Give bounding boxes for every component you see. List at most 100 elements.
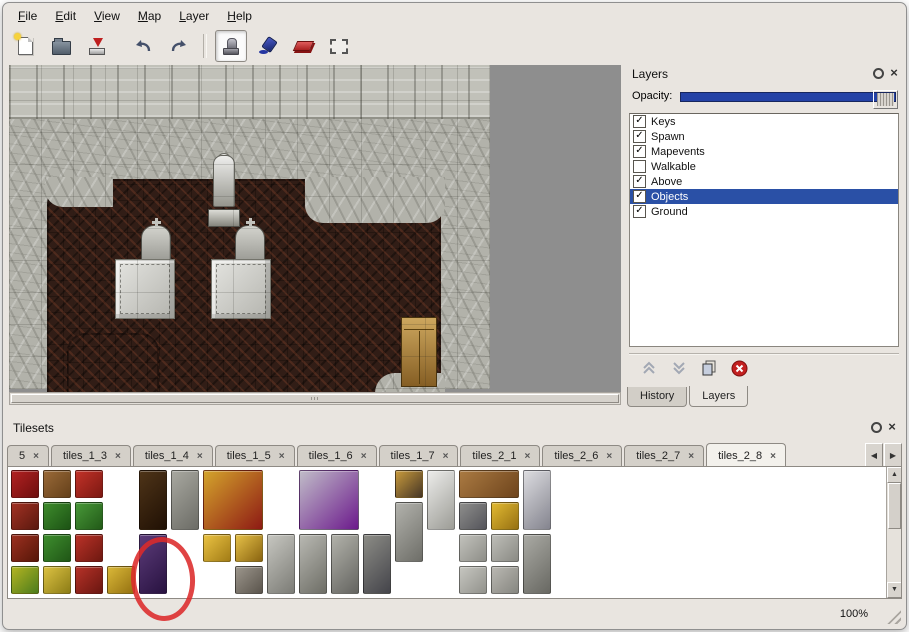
- move-layer-down-button[interactable]: [667, 356, 691, 380]
- layer-row-ground[interactable]: ✓Ground: [630, 204, 898, 219]
- tile-gargoyle-b[interactable]: [331, 534, 359, 594]
- layer-row-spawn[interactable]: ✓Spawn: [630, 129, 898, 144]
- layer-row-keys[interactable]: ✓Keys: [630, 114, 898, 129]
- tab-close-icon[interactable]: ×: [33, 451, 39, 462]
- tile-stone-block-b[interactable]: [491, 534, 519, 562]
- layer-visibility-checkbox[interactable]: ✓: [633, 205, 646, 218]
- tile-gargoyle-dark[interactable]: [363, 534, 391, 594]
- tile-red-bookshelf-b[interactable]: [11, 534, 39, 562]
- tab-close-icon[interactable]: ×: [279, 451, 285, 462]
- tileset-tab-tiles_1_3[interactable]: tiles_1_3×: [51, 445, 131, 466]
- layers-panel-float-button[interactable]: [872, 68, 884, 80]
- layer-visibility-checkbox[interactable]: ✓: [633, 115, 646, 128]
- menu-file[interactable]: File: [9, 7, 46, 25]
- menu-view[interactable]: View: [85, 7, 129, 25]
- tileset-tab-tiles_1_6[interactable]: tiles_1_6×: [297, 445, 377, 466]
- tile-gold-scepter[interactable]: [107, 566, 135, 594]
- tile-pillar-white[interactable]: [427, 470, 455, 530]
- menu-help[interactable]: Help: [218, 7, 261, 25]
- tilesets-panel-close-button[interactable]: ×: [886, 419, 898, 434]
- tile-gold-key[interactable]: [203, 534, 231, 562]
- tile-gold-crown[interactable]: [491, 502, 519, 530]
- tile-red-pot[interactable]: [75, 534, 103, 562]
- move-layer-up-button[interactable]: [637, 356, 661, 380]
- tile-gray-chest[interactable]: [459, 502, 487, 530]
- layer-visibility-checkbox[interactable]: ✓: [633, 130, 646, 143]
- tile-stone-block-c[interactable]: [459, 566, 487, 594]
- menu-edit[interactable]: Edit: [46, 7, 85, 25]
- tile-wood-shelf[interactable]: [459, 470, 519, 498]
- tileset-tab-tiles_2_6[interactable]: tiles_2_6×: [542, 445, 622, 466]
- tab-close-icon[interactable]: ×: [197, 451, 203, 462]
- tab-scroll-left-button[interactable]: ◀: [865, 443, 883, 467]
- opacity-slider[interactable]: [680, 89, 898, 103]
- tile-wardrobe-dark[interactable]: [139, 470, 167, 530]
- tab-close-icon[interactable]: ×: [770, 451, 776, 462]
- select-tool-button[interactable]: [323, 30, 355, 62]
- tab-close-icon[interactable]: ×: [361, 451, 367, 462]
- tile-stone-doorway[interactable]: [171, 470, 199, 530]
- tileset-tab-5[interactable]: 5×: [7, 445, 49, 466]
- tile-knight-armor[interactable]: [523, 470, 551, 530]
- tile-banner-green[interactable]: [11, 566, 39, 594]
- tile-potted-plant-a[interactable]: [43, 502, 71, 530]
- delete-layer-button[interactable]: [727, 356, 751, 380]
- tile-rock-pile[interactable]: [235, 566, 263, 594]
- stamp-tool-button[interactable]: [215, 30, 247, 62]
- map-horizontal-scrollbar[interactable]: [9, 392, 621, 405]
- layer-visibility-checkbox[interactable]: ✓: [633, 175, 646, 188]
- layer-row-objects[interactable]: ✓Objects: [630, 189, 898, 204]
- layer-visibility-checkbox[interactable]: ✓: [633, 145, 646, 158]
- vertical-scrollbar-thumb[interactable]: [888, 483, 901, 529]
- tile-red-cushion[interactable]: [75, 470, 103, 498]
- tileset-tab-tiles_1_7[interactable]: tiles_1_7×: [379, 445, 459, 466]
- menu-map[interactable]: Map: [129, 7, 170, 25]
- tile-framed-painting[interactable]: [395, 470, 423, 498]
- tab-close-icon[interactable]: ×: [115, 451, 121, 462]
- tileset-tab-tiles_2_7[interactable]: tiles_2_7×: [624, 445, 704, 466]
- save-button[interactable]: [81, 30, 113, 62]
- tile-stone-monument[interactable]: [395, 502, 423, 562]
- opacity-slider-handle[interactable]: [873, 90, 898, 109]
- tile-bananas[interactable]: [43, 566, 71, 594]
- fill-tool-button[interactable]: [251, 30, 283, 62]
- layer-row-above[interactable]: ✓Above: [630, 174, 898, 189]
- tab-close-icon[interactable]: ×: [524, 451, 530, 462]
- tileset-vertical-scrollbar[interactable]: ▲ ▼: [886, 467, 901, 598]
- panel-tab-layers[interactable]: Layers: [689, 386, 748, 407]
- horizontal-scrollbar-thumb[interactable]: [11, 394, 619, 403]
- tab-close-icon[interactable]: ×: [606, 451, 612, 462]
- tileset-tab-tiles_1_4[interactable]: tiles_1_4×: [133, 445, 213, 466]
- tile-plant-bush[interactable]: [43, 534, 71, 562]
- eraser-tool-button[interactable]: [287, 30, 319, 62]
- tile-gargoyle-a[interactable]: [299, 534, 327, 594]
- tileset-tab-tiles_2_1[interactable]: tiles_2_1×: [460, 445, 540, 466]
- tile-door-purple[interactable]: [139, 534, 167, 594]
- open-button[interactable]: [45, 30, 77, 62]
- tile-stone-block-d[interactable]: [491, 566, 519, 594]
- tile-stone-column[interactable]: [523, 534, 551, 594]
- tile-spinning-wheel[interactable]: [43, 470, 71, 498]
- tilesets-panel-float-button[interactable]: [870, 422, 882, 434]
- tile-stone-block-a[interactable]: [459, 534, 487, 562]
- tileset-tab-tiles_1_5[interactable]: tiles_1_5×: [215, 445, 295, 466]
- layers-panel-close-button[interactable]: ×: [888, 65, 900, 80]
- redo-button[interactable]: [163, 30, 195, 62]
- tile-gold-pile[interactable]: [235, 534, 263, 562]
- layer-visibility-checkbox[interactable]: [633, 160, 646, 173]
- map-canvas[interactable]: [9, 65, 490, 389]
- map-viewport[interactable]: [9, 65, 621, 405]
- duplicate-layer-button[interactable]: [697, 356, 721, 380]
- tileset-tab-tiles_2_8[interactable]: tiles_2_8×: [706, 443, 786, 466]
- menu-layer[interactable]: Layer: [170, 7, 218, 25]
- tile-statue-praying[interactable]: [267, 534, 295, 594]
- tile-red-bookshelf-a[interactable]: [11, 502, 39, 530]
- tile-red-pot-b[interactable]: [75, 566, 103, 594]
- new-button[interactable]: [9, 30, 41, 62]
- tile-banner-red[interactable]: [11, 470, 39, 498]
- tile-throne-red[interactable]: [203, 470, 263, 530]
- scroll-down-arrow-icon[interactable]: ▼: [887, 582, 902, 598]
- panel-tab-history[interactable]: History: [627, 387, 687, 407]
- undo-button[interactable]: [127, 30, 159, 62]
- layer-row-mapevents[interactable]: ✓Mapevents: [630, 144, 898, 159]
